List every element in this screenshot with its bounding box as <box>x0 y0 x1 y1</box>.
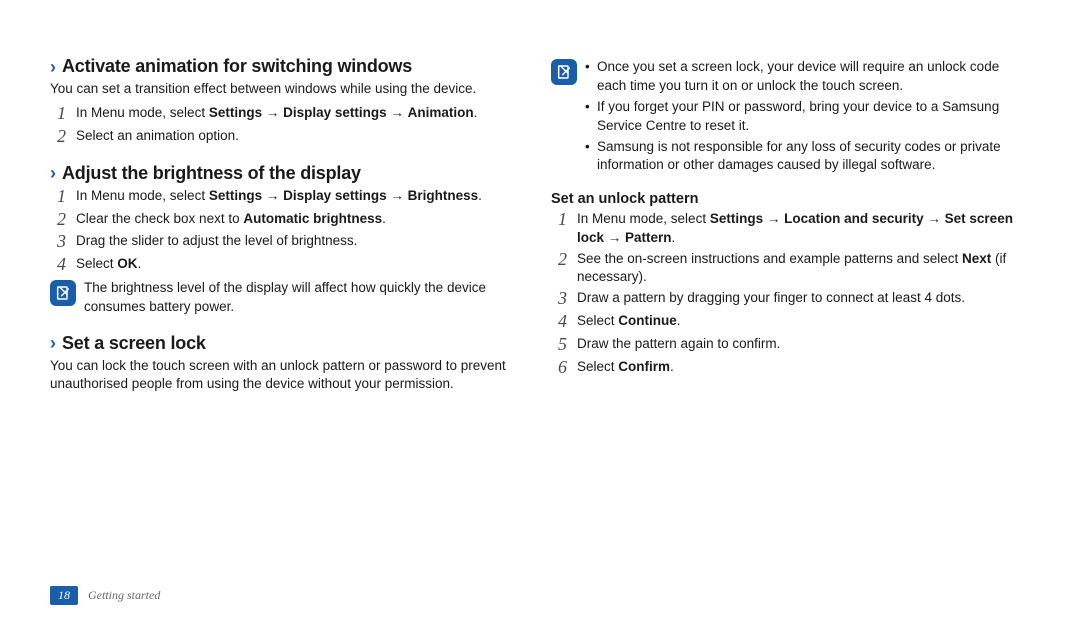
note-list-item: If you forget your PIN or password, brin… <box>585 98 1030 136</box>
section-heading: › Adjust the brightness of the display <box>50 163 529 184</box>
step-item: 2 Select an animation option. <box>50 127 529 147</box>
step-list: 1 In Menu mode, select Settings → Display… <box>50 187 529 275</box>
step-text: See the on-screen instructions and examp… <box>577 250 1030 286</box>
step-item: 6 Select Confirm. <box>551 358 1030 378</box>
chevron-right-icon: › <box>50 164 56 182</box>
page-number: 18 <box>50 586 78 605</box>
footer-section-label: Getting started <box>88 588 160 603</box>
step-number: 6 <box>551 358 567 378</box>
step-number: 3 <box>50 232 66 252</box>
step-number: 1 <box>50 104 66 124</box>
note-text: The brightness level of the display will… <box>84 279 529 317</box>
manual-page: › Activate animation for switching windo… <box>0 0 1080 629</box>
chevron-right-icon: › <box>50 58 56 76</box>
section-title: Activate animation for switching windows <box>62 56 412 77</box>
section-description: You can set a transition effect between … <box>50 80 529 98</box>
note-icon <box>50 280 76 306</box>
step-text: Select an animation option. <box>76 127 529 145</box>
right-column: Once you set a screen lock, your device … <box>551 56 1030 609</box>
step-text: Select Continue. <box>577 312 1030 330</box>
step-item: 3 Draw a pattern by dragging your finger … <box>551 289 1030 309</box>
step-number: 1 <box>50 187 66 207</box>
step-item: 1 In Menu mode, select Settings → Display… <box>50 104 529 124</box>
note-block: Once you set a screen lock, your device … <box>551 58 1030 177</box>
step-item: 4 Select Continue. <box>551 312 1030 332</box>
step-text: Select OK. <box>76 255 529 273</box>
note-list-item: Samsung is not responsible for any loss … <box>585 138 1030 176</box>
step-text: Clear the check box next to Automatic br… <box>76 210 529 228</box>
section-adjust-brightness: › Adjust the brightness of the display 1… <box>50 163 529 317</box>
step-text: In Menu mode, select Settings → Location… <box>577 210 1030 246</box>
section-heading: › Set a screen lock <box>50 333 529 354</box>
step-item: 1 In Menu mode, select Settings → Locatio… <box>551 210 1030 246</box>
step-text: In Menu mode, select Settings → Display … <box>76 104 529 122</box>
step-text: Draw a pattern by dragging your finger t… <box>577 289 1030 307</box>
note-list: Once you set a screen lock, your device … <box>585 58 1030 175</box>
step-number: 2 <box>50 210 66 230</box>
step-number: 1 <box>551 210 567 230</box>
step-list: 1 In Menu mode, select Settings → Locatio… <box>551 210 1030 377</box>
section-description: You can lock the touch screen with an un… <box>50 357 529 393</box>
step-list: 1 In Menu mode, select Settings → Display… <box>50 104 529 147</box>
step-text: Select Confirm. <box>577 358 1030 376</box>
step-text: Draw the pattern again to confirm. <box>577 335 1030 353</box>
section-activate-animation: › Activate animation for switching windo… <box>50 56 529 147</box>
section-title: Adjust the brightness of the display <box>62 163 361 184</box>
step-item: 4 Select OK. <box>50 255 529 275</box>
step-number: 2 <box>551 250 567 270</box>
chevron-right-icon: › <box>50 334 56 352</box>
note-icon <box>551 59 577 85</box>
page-footer: 18 Getting started <box>50 586 160 605</box>
left-column: › Activate animation for switching windo… <box>50 56 529 609</box>
step-number: 4 <box>551 312 567 332</box>
step-item: 3 Drag the slider to adjust the level of … <box>50 232 529 252</box>
step-item: 5 Draw the pattern again to confirm. <box>551 335 1030 355</box>
step-item: 1 In Menu mode, select Settings → Display… <box>50 187 529 207</box>
step-text: In Menu mode, select Settings → Display … <box>76 187 529 205</box>
note-block: The brightness level of the display will… <box>50 279 529 317</box>
step-item: 2 See the on-screen instructions and exam… <box>551 250 1030 286</box>
note-list-item: Once you set a screen lock, your device … <box>585 58 1030 96</box>
step-number: 2 <box>50 127 66 147</box>
step-text: Drag the slider to adjust the level of b… <box>76 232 529 250</box>
subsection-title: Set an unlock pattern <box>551 191 1030 207</box>
note-text: Once you set a screen lock, your device … <box>585 58 1030 177</box>
step-number: 3 <box>551 289 567 309</box>
step-item: 2 Clear the check box next to Automatic b… <box>50 210 529 230</box>
step-number: 5 <box>551 335 567 355</box>
subsection-unlock-pattern: Set an unlock pattern 1 In Menu mode, sel… <box>551 191 1030 377</box>
section-set-screen-lock: › Set a screen lock You can lock the tou… <box>50 333 529 393</box>
section-heading: › Activate animation for switching windo… <box>50 56 529 77</box>
step-number: 4 <box>50 255 66 275</box>
section-title: Set a screen lock <box>62 333 206 354</box>
